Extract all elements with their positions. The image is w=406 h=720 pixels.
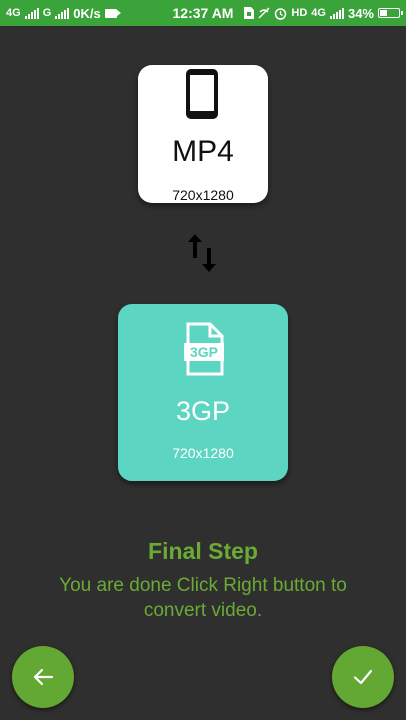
target-format-card[interactable]: 3GP 3GP 720x1280 [118, 304, 288, 481]
network-type-2: G [42, 7, 52, 19]
signal-icon [24, 7, 39, 19]
alarm-icon [275, 7, 287, 20]
file-icon-label: 3GP [190, 344, 218, 360]
network-type-3: 4G [311, 7, 326, 19]
arrow-left-icon [33, 668, 54, 686]
status-bar-right: HD 4G 34% [244, 5, 403, 21]
check-icon [353, 669, 373, 685]
data-speed: 0K/s [73, 5, 101, 21]
battery-fill [380, 10, 387, 16]
network-type-1: 4G [6, 7, 21, 19]
signal-icon-2 [55, 7, 70, 19]
swap-vertical-icon [188, 234, 216, 272]
source-format-label: MP4 [172, 135, 234, 168]
hd-label: HD [291, 7, 308, 19]
confirm-button[interactable] [332, 646, 394, 708]
status-bar: 4G G 0K/s 12:37 AM HD 4G 34% [0, 0, 406, 26]
signal-icon-3 [329, 7, 344, 19]
wifi-off-icon [258, 7, 270, 19]
battery-percent: 34% [347, 5, 374, 21]
sim-icon [244, 7, 255, 19]
back-button[interactable] [12, 646, 74, 708]
video-recording-icon [104, 8, 121, 18]
final-step-title: Final Step [148, 538, 258, 564]
phone-icon [186, 69, 218, 119]
target-format-label: 3GP [175, 396, 231, 426]
source-format-card[interactable]: MP4 720x1280 [138, 65, 268, 203]
source-resolution: 720x1280 [172, 187, 234, 203]
status-bar-left: 4G G 0K/s [6, 5, 121, 21]
target-resolution: 720x1280 [172, 445, 234, 461]
3gp-file-icon: 3GP [184, 322, 224, 376]
battery-icon [378, 8, 403, 18]
final-step-message: You are done Click Right button to conve… [59, 575, 347, 621]
